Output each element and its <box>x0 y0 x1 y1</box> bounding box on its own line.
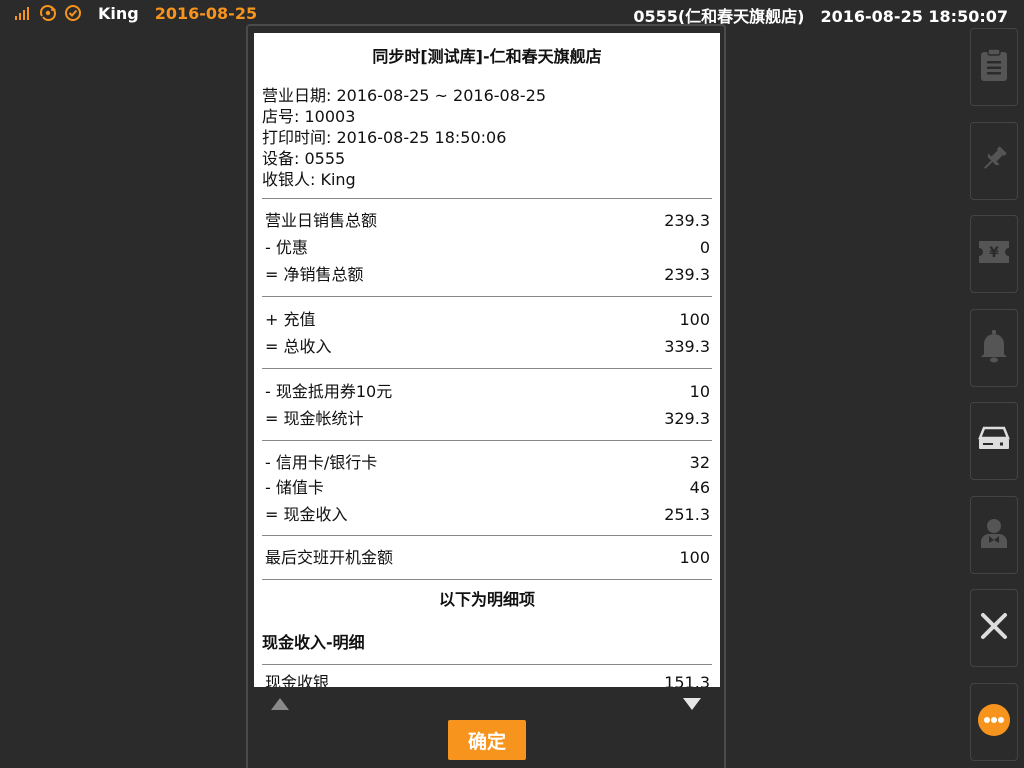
more-icon <box>977 703 1011 741</box>
ticket-icon: ¥ <box>977 239 1011 269</box>
close-button[interactable] <box>970 589 1018 667</box>
bell-icon <box>979 329 1009 367</box>
print-time: 打印时间: 2016-08-25 18:50:06 <box>262 128 507 147</box>
receipt-title: 同步时[测试库]-仁和春天旗舰店 <box>372 47 602 66</box>
scroll-up-icon[interactable] <box>270 696 290 715</box>
income-section: + 充值 100 = 总收入 339.3 <box>254 297 720 368</box>
business-date: 2016-08-25 <box>154 3 258 23</box>
cash-drawer-icon <box>977 426 1011 456</box>
cashier: 收银人: King <box>262 170 356 189</box>
shift-opening-section: 最后交班开机金额 100 <box>254 536 720 579</box>
waiter-button[interactable] <box>970 496 1018 574</box>
summary-row: 营业日销售总额 239.3 <box>265 211 710 230</box>
confirm-button[interactable]: 确定 <box>448 720 526 760</box>
receipt-panel[interactable]: 同步时[测试库]-仁和春天旗舰店 营业日期: 2016-08-25 ~ 2016… <box>254 33 720 687</box>
clipboard-button[interactable] <box>970 28 1018 106</box>
check-circle-icon <box>64 4 82 22</box>
sync-icon <box>38 4 58 22</box>
shift-report-dialog: 同步时[测试库]-仁和春天旗舰店 营业日期: 2016-08-25 ~ 2016… <box>246 24 726 768</box>
cash-account-section: - 现金抵用券10元 10 = 现金帐统计 329.3 <box>254 369 720 440</box>
cash-drawer-button[interactable] <box>970 402 1018 480</box>
summary-row: + 充值 100 <box>265 310 710 329</box>
pin-button[interactable] <box>970 122 1018 200</box>
summary-row: 最后交班开机金额 100 <box>265 548 710 567</box>
summary-row: - 信用卡/银行卡 32 <box>265 453 710 472</box>
svg-text:¥: ¥ <box>989 245 999 261</box>
current-datetime: 2016-08-25 18:50:07 <box>820 7 1008 26</box>
summary-row: = 总收入 339.3 <box>265 337 710 356</box>
receipt-info: 营业日期: 2016-08-25 ~ 2016-08-25 店号: 10003 … <box>254 85 720 190</box>
voucher-button[interactable]: ¥ <box>970 215 1018 293</box>
clipboard-icon <box>979 48 1009 86</box>
sales-section: 营业日销售总额 239.3 - 优惠 0 = 净销售总额 239.3 <box>254 199 720 296</box>
status-icons <box>14 4 82 22</box>
signal-icon <box>14 5 32 21</box>
close-icon <box>979 611 1009 645</box>
payment-section: - 信用卡/银行卡 32 - 储值卡 46 = 现金收入 251.3 <box>254 441 720 535</box>
business-period: 营业日期: 2016-08-25 ~ 2016-08-25 <box>262 86 547 105</box>
summary-row: = 现金帐统计 329.3 <box>265 409 710 428</box>
status-bar: King 2016-08-25 0555(仁和春天旗舰店) 2016-08-25 … <box>0 0 1024 26</box>
detail-heading: 以下为明细项 <box>438 590 535 609</box>
summary-row: = 现金收入 251.3 <box>265 505 710 524</box>
summary-row: - 优惠 0 <box>265 238 710 257</box>
summary-row: = 净销售总额 239.3 <box>265 265 710 284</box>
notification-button[interactable] <box>970 309 1018 387</box>
store-number: 店号: 10003 <box>262 107 356 126</box>
pin-icon <box>978 143 1010 179</box>
cash-detail-heading: 现金收入-明细 <box>262 633 365 652</box>
user-name: King <box>98 3 139 23</box>
scroll-down-icon[interactable] <box>682 696 702 715</box>
summary-row: - 现金抵用券10元 10 <box>265 382 710 401</box>
more-button[interactable] <box>970 683 1018 761</box>
summary-row: - 储值卡 46 <box>265 478 710 497</box>
device-id: 设备: 0555 <box>262 149 346 168</box>
waiter-icon <box>978 516 1010 554</box>
detail-row: 现金收银 151.3 <box>265 673 710 687</box>
